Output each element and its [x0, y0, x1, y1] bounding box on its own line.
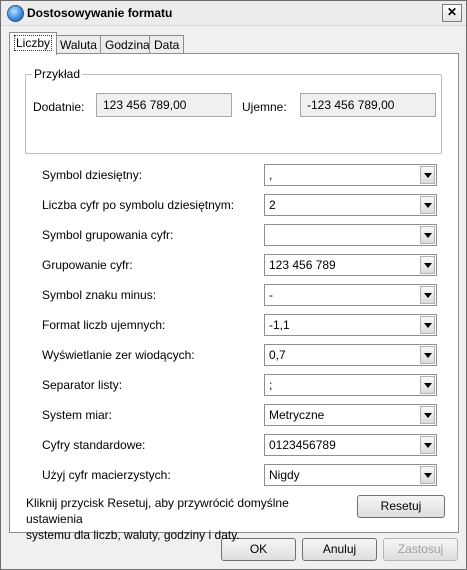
setting-row-measurement-system: System miar: Metryczne	[10, 404, 458, 426]
title-bar[interactable]: Dostosowywanie formatu ✕	[1, 1, 466, 26]
tab-label: Liczby	[14, 35, 53, 51]
setting-label: Symbol znaku minus:	[42, 288, 157, 302]
setting-row-leading-zeros: Wyświetlanie zer wiodących: 0,7	[10, 344, 458, 366]
combo-value: Nigdy	[269, 468, 300, 482]
decimal-symbol-combo[interactable]: ,	[264, 164, 437, 186]
chevron-down-icon[interactable]	[420, 406, 435, 424]
setting-row-digit-grouping: Grupowanie cyfr: 123 456 789	[10, 254, 458, 276]
combo-value: 0,7	[269, 348, 286, 362]
negative-label: Ujemne:	[242, 100, 287, 114]
combo-value: ;	[269, 378, 273, 392]
combo-value: 0123456789	[269, 438, 336, 452]
dialog-window: Dostosowywanie formatu ✕ Liczby Waluta G…	[0, 0, 467, 570]
reset-button[interactable]: Resetuj	[357, 495, 445, 518]
chevron-down-icon[interactable]	[420, 436, 435, 454]
positive-example-value: 123 456 789,00	[96, 93, 232, 117]
minus-sign-combo[interactable]: -	[264, 284, 437, 306]
chevron-down-icon[interactable]	[420, 376, 435, 394]
setting-row-minus-sign: Symbol znaku minus: -	[10, 284, 458, 306]
globe-icon	[7, 5, 24, 22]
tab-liczby[interactable]: Liczby	[9, 32, 58, 55]
decimal-digits-combo[interactable]: 2	[264, 194, 437, 216]
chevron-down-icon[interactable]	[420, 196, 435, 214]
setting-row-negative-format: Format liczb ujemnych: -1,1	[10, 314, 458, 336]
setting-label: Grupowanie cyfr:	[42, 258, 133, 272]
example-legend: Przykład	[32, 67, 83, 81]
setting-row-decimal-symbol: Symbol dziesiętny: ,	[10, 164, 458, 186]
setting-label: Format liczb ujemnych:	[42, 318, 166, 332]
reset-info-text: Kliknij przycisk Resetuj, aby przywrócić…	[26, 495, 346, 543]
tab-godzina[interactable]: Godzina	[100, 35, 155, 54]
negative-example-value: -123 456 789,00	[300, 93, 436, 117]
combo-value: ,	[269, 168, 273, 182]
setting-label: Symbol grupowania cyfr:	[42, 228, 174, 242]
combo-value: -1,1	[269, 318, 290, 332]
setting-row-grouping-symbol: Symbol grupowania cyfr:	[10, 224, 458, 246]
combo-value: 2	[269, 198, 276, 212]
grouping-symbol-combo[interactable]	[264, 224, 437, 246]
apply-button[interactable]: Zastosuj	[383, 538, 458, 561]
digit-grouping-combo[interactable]: 123 456 789	[264, 254, 437, 276]
chevron-down-icon[interactable]	[420, 166, 435, 184]
chevron-down-icon[interactable]	[420, 346, 435, 364]
tab-waluta[interactable]: Waluta	[55, 35, 102, 54]
chevron-down-icon[interactable]	[420, 316, 435, 334]
positive-label: Dodatnie:	[33, 100, 85, 114]
setting-label: Liczba cyfr po symbolu dziesiętnym:	[42, 198, 235, 212]
setting-label: Separator listy:	[42, 378, 123, 392]
native-digits-combo[interactable]: Nigdy	[264, 464, 437, 486]
setting-row-standard-digits: Cyfry standardowe: 0123456789	[10, 434, 458, 456]
standard-digits-combo[interactable]: 0123456789	[264, 434, 437, 456]
leading-zeros-combo[interactable]: 0,7	[264, 344, 437, 366]
measurement-system-combo[interactable]: Metryczne	[264, 404, 437, 426]
list-separator-combo[interactable]: ;	[264, 374, 437, 396]
setting-label: Użyj cyfr macierzystych:	[42, 468, 171, 482]
setting-row-native-digits: Użyj cyfr macierzystych: Nigdy	[10, 464, 458, 486]
setting-label: Wyświetlanie zer wiodących:	[42, 348, 195, 362]
chevron-down-icon[interactable]	[420, 226, 435, 244]
setting-label: Cyfry standardowe:	[42, 438, 146, 452]
setting-label: System miar:	[42, 408, 113, 422]
example-group: Przykład Dodatnie: 123 456 789,00 Ujemne…	[25, 67, 442, 154]
chevron-down-icon[interactable]	[420, 286, 435, 304]
chevron-down-icon[interactable]	[420, 466, 435, 484]
setting-row-list-separator: Separator listy: ;	[10, 374, 458, 396]
setting-label: Symbol dziesiętny:	[42, 168, 143, 182]
reset-info-line-1: Kliknij przycisk Resetuj, aby przywrócić…	[26, 496, 289, 526]
setting-row-decimal-digits: Liczba cyfr po symbolu dziesiętnym: 2	[10, 194, 458, 216]
reset-info-line-2: systemu dla liczb, waluty, godziny i dat…	[26, 528, 240, 542]
combo-value: 123 456 789	[269, 258, 336, 272]
negative-format-combo[interactable]: -1,1	[264, 314, 437, 336]
tab-panel-liczby: Przykład Dodatnie: 123 456 789,00 Ujemne…	[9, 53, 459, 542]
close-button[interactable]: ✕	[442, 4, 462, 22]
combo-value: Metryczne	[269, 408, 325, 422]
window-title: Dostosowywanie formatu	[27, 6, 173, 20]
chevron-down-icon[interactable]	[420, 256, 435, 274]
tab-data[interactable]: Data	[149, 35, 185, 54]
combo-value: -	[269, 288, 273, 302]
